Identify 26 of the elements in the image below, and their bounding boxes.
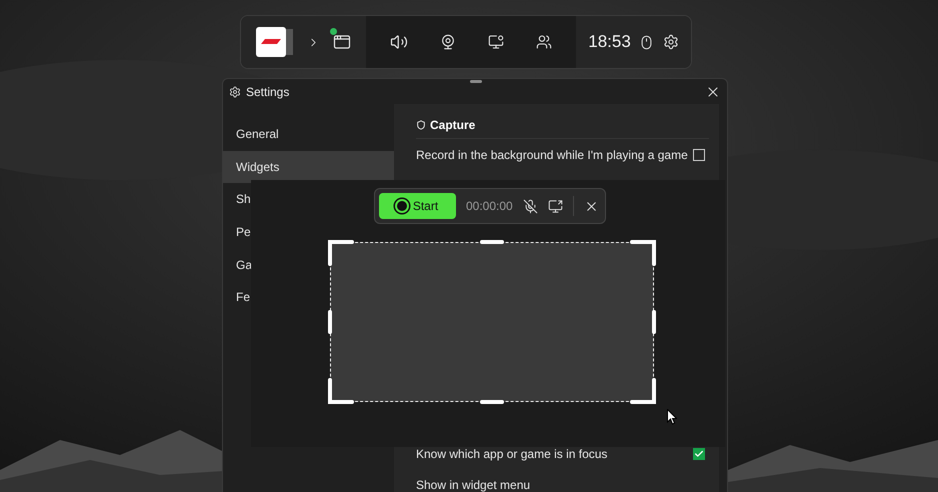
setting-label: Record in the background while I'm playing a game <box>416 148 688 162</box>
timer: 00:00:00 <box>466 199 513 213</box>
settings-icon <box>229 86 241 98</box>
drag-handle[interactable] <box>470 80 482 83</box>
setting-label: Show in widget menu <box>416 478 530 492</box>
settings-icon[interactable] <box>662 34 679 50</box>
clock-time: 18:53 <box>588 32 631 52</box>
sidebar-item[interactable]: Widgets <box>223 150 394 184</box>
checkbox[interactable] <box>693 448 705 460</box>
speaker-icon[interactable] <box>390 33 408 51</box>
people-icon[interactable] <box>536 34 552 50</box>
sidebar-item[interactable]: General <box>223 118 394 151</box>
capture-widget-icon[interactable] <box>333 33 352 51</box>
window-title: Settings <box>246 84 290 98</box>
setting-label: Know which app or game is in focus <box>416 446 608 460</box>
checkbox[interactable] <box>693 148 705 160</box>
monitor-icon[interactable] <box>488 34 504 50</box>
shield-icon <box>416 120 426 130</box>
cursor-icon <box>667 409 677 425</box>
start-button[interactable]: Start <box>379 193 456 219</box>
mic-off-icon[interactable] <box>522 198 538 214</box>
webcam-icon[interactable] <box>440 34 456 50</box>
record-icon <box>396 201 407 211</box>
mouse-icon[interactable] <box>639 34 654 50</box>
section-title: Capture <box>430 118 476 132</box>
game-tile-icon[interactable] <box>256 27 294 57</box>
